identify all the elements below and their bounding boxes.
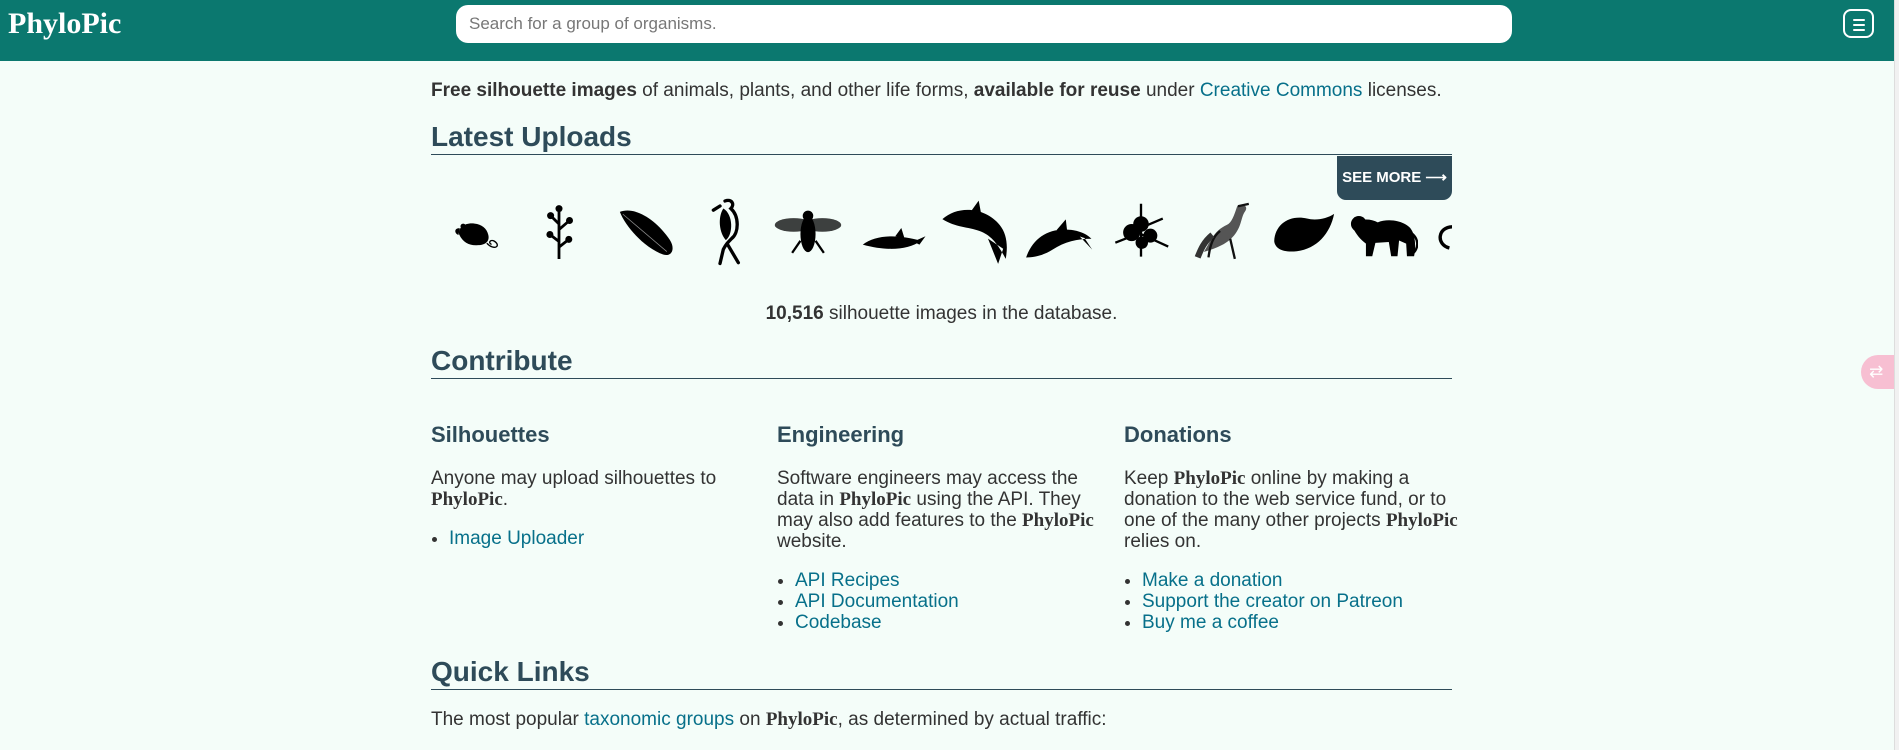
phylopic-logo[interactable]: PhyloPic (8, 9, 121, 39)
intro-bold-available-for-reuse: available for reuse (973, 80, 1141, 101)
phylopic-brand-text: PhyloPic (1173, 468, 1246, 489)
phylopic-brand-text: PhyloPic (1022, 510, 1094, 531)
vulture-silhouette-thumbnail[interactable] (1193, 194, 1255, 268)
quick-links-heading: Quick Links (431, 656, 1452, 690)
quick-links-text: , as determined by actual traffic: (837, 709, 1107, 730)
vulture-silhouette-icon (1194, 202, 1250, 260)
menu-button[interactable] (1843, 9, 1874, 38)
dolphin-silhouette-icon (942, 200, 1007, 264)
silhouettes-period: . (502, 489, 509, 510)
latest-uploads-heading: Latest Uploads (431, 121, 1452, 155)
engineering-description: Software engineers may access the data i… (777, 468, 1112, 552)
engineering-column: Engineering Software engineers may acces… (777, 422, 1112, 633)
menu-icon-line (1853, 24, 1865, 26)
dolphin-silhouette-icon (1026, 219, 1093, 258)
buy-coffee-item: Buy me a coffee (1142, 612, 1459, 633)
big-cat-silhouette-thumbnail[interactable] (1347, 194, 1418, 268)
donations-text: relies on. (1124, 531, 1202, 552)
curl-silhouette-thumbnail[interactable] (1429, 194, 1452, 268)
search-input[interactable] (456, 5, 1512, 43)
creative-commons-link[interactable]: Creative Commons (1200, 80, 1363, 101)
contribute-heading: Contribute (431, 345, 1452, 379)
page-scrollbar[interactable] (1894, 0, 1899, 750)
dolphin-silhouette-thumbnail[interactable] (859, 194, 927, 268)
intro-text-part: licenses. (1362, 80, 1442, 101)
engineering-text: website. (777, 531, 847, 552)
bird-standing-silhouette-thumbnail[interactable] (705, 194, 755, 268)
silhouettes-heading: Silhouettes (431, 422, 550, 447)
donations-description: Keep PhyloPic online by making a donatio… (1124, 468, 1459, 552)
donations-column: Donations Keep PhyloPic online by making… (1124, 422, 1459, 633)
patreon-item: Support the creator on Patreon (1142, 591, 1459, 612)
donations-heading: Donations (1124, 422, 1232, 447)
dolphin-silhouette-icon (862, 227, 926, 249)
menu-icon-line (1853, 19, 1865, 21)
api-recipes-item: API Recipes (795, 570, 1112, 591)
flower-silhouette-icon (1114, 203, 1169, 257)
codebase-item: Codebase (795, 612, 1112, 633)
make-donation-item: Make a donation (1142, 570, 1459, 591)
make-donation-link[interactable]: Make a donation (1142, 570, 1283, 591)
codebase-link[interactable]: Codebase (795, 612, 882, 633)
phylopic-brand-text: PhyloPic (431, 489, 503, 510)
image-uploader-item: Image Uploader (449, 528, 766, 549)
quick-links-text: The most popular (431, 709, 585, 730)
plant-silhouette-thumbnail[interactable] (538, 194, 580, 268)
leaf-silhouette-icon (619, 210, 673, 256)
phylopic-brand-text: PhyloPic (839, 489, 912, 510)
engineering-links: API Recipes API Documentation Codebase (777, 570, 1112, 633)
intro-bold-free-silhouette-images: Free silhouette images (431, 80, 637, 101)
taxonomic-groups-link[interactable]: taxonomic groups (584, 709, 734, 730)
image-count-text: silhouette images in the database. (823, 303, 1118, 324)
api-documentation-item: API Documentation (795, 591, 1112, 612)
intro-text-part: under (1140, 80, 1200, 101)
leaf-silhouette-thumbnail[interactable] (614, 194, 680, 268)
image-count-number: 10,516 (765, 303, 824, 324)
donations-text: Keep (1124, 468, 1174, 489)
bird-standing-silhouette-icon (711, 198, 740, 266)
flower-silhouette-thumbnail[interactable] (1106, 194, 1176, 268)
phylopic-brand-text: PhyloPic (1385, 510, 1458, 531)
silhouettes-text: Anyone may upload silhouettes to (431, 468, 717, 489)
plant-silhouette-icon (546, 205, 573, 259)
donations-links: Make a donation Support the creator on P… (1124, 570, 1459, 633)
big-cat-silhouette-icon (1350, 216, 1418, 257)
intro-text-part: of animals, plants, and other life forms… (636, 80, 974, 101)
bee-silhouette-icon (774, 210, 842, 254)
silhouettes-links: Image Uploader (431, 528, 766, 549)
intro-text: Free silhouette images of animals, plant… (431, 80, 1452, 102)
seed-silhouette-thumbnail[interactable] (1268, 194, 1338, 268)
mouse-silhouette-thumbnail[interactable] (449, 194, 503, 268)
mouse-silhouette-icon (455, 223, 498, 248)
dolphin-silhouette-thumbnail[interactable] (939, 194, 1015, 268)
phylopic-brand-text: PhyloPic (765, 709, 838, 730)
latest-uploads-carousel[interactable] (431, 194, 1452, 283)
quick-links-text: on (734, 709, 766, 730)
image-uploader-link[interactable]: Image Uploader (449, 528, 584, 549)
menu-icon-line (1853, 29, 1865, 31)
silhouettes-column: Silhouettes Anyone may upload silhouette… (431, 422, 766, 549)
seed-silhouette-icon (1274, 213, 1335, 252)
top-navigation: PhyloPic (0, 0, 1894, 61)
quick-links-description: The most popular taxonomic groups on Phy… (431, 709, 1107, 731)
engineering-heading: Engineering (777, 422, 905, 447)
patreon-link[interactable]: Support the creator on Patreon (1142, 591, 1403, 612)
curl-silhouette-icon (1438, 225, 1452, 250)
api-recipes-link[interactable]: API Recipes (795, 570, 900, 591)
bee-silhouette-thumbnail[interactable] (774, 194, 842, 268)
silhouettes-description: Anyone may upload silhouettes to PhyloPi… (431, 468, 766, 510)
buy-coffee-link[interactable]: Buy me a coffee (1142, 612, 1279, 633)
dolphin-silhouette-thumbnail[interactable] (1023, 194, 1093, 268)
image-count: 10,516 silhouette images in the database… (431, 303, 1452, 325)
api-documentation-link[interactable]: API Documentation (795, 591, 959, 612)
